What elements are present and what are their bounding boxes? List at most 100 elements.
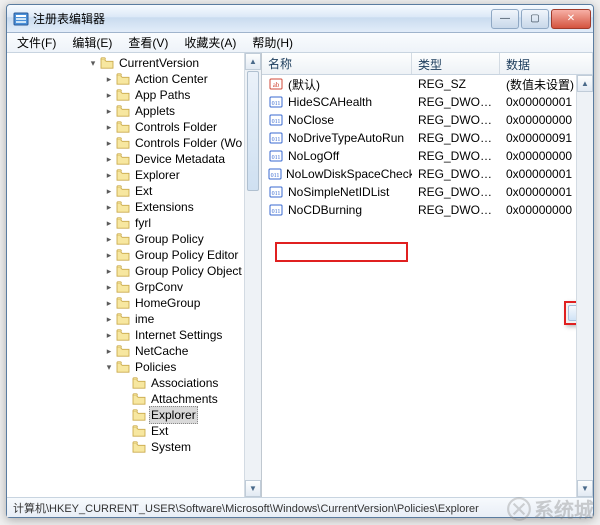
list-pane: 名称 类型 数据 ab(默认)REG_SZ(数值未设置)011HideSCAHe… xyxy=(262,53,593,497)
caret-closed-icon[interactable]: ▸ xyxy=(103,135,115,151)
tree-item[interactable]: Attachments xyxy=(7,391,261,407)
tree-item[interactable]: ▸NetCache xyxy=(7,343,261,359)
tree-item[interactable]: ▸Ext xyxy=(7,183,261,199)
list-row[interactable]: 011NoLowDiskSpaceChecksREG_DWORD0x000000… xyxy=(262,165,593,183)
tree-item[interactable]: Ext xyxy=(7,423,261,439)
value-name: NoLogOff xyxy=(288,149,339,163)
tree-item[interactable]: Associations xyxy=(7,375,261,391)
list-row[interactable]: 011NoCloseREG_DWORD0x00000000 (0 xyxy=(262,111,593,129)
caret-closed-icon[interactable]: ▸ xyxy=(103,87,115,103)
caret-closed-icon[interactable]: ▸ xyxy=(103,279,115,295)
caret-closed-icon[interactable]: ▸ xyxy=(103,119,115,135)
tree-item[interactable]: ▸ Applets xyxy=(7,103,261,119)
registry-tree[interactable]: ▾CurrentVersion▸Action Center▸App Paths▸… xyxy=(7,53,261,457)
menu-view[interactable]: 查看(V) xyxy=(122,32,174,53)
header-name[interactable]: 名称 xyxy=(262,53,412,74)
tree-item[interactable]: ▸ fyrl xyxy=(7,215,261,231)
value-type: REG_SZ xyxy=(412,77,500,91)
value-type: REG_DWORD xyxy=(412,95,500,109)
tree-item[interactable]: ▸HomeGroup xyxy=(7,295,261,311)
scroll-thumb[interactable] xyxy=(247,71,259,191)
value-name: (默认) xyxy=(288,76,320,93)
dword-value-icon: 011 xyxy=(268,185,284,199)
caret-closed-icon[interactable]: ▸ xyxy=(103,231,115,247)
folder-icon xyxy=(115,216,131,230)
tree-item[interactable]: ▸Extensions xyxy=(7,199,261,215)
caret-closed-icon[interactable]: ▸ xyxy=(103,247,115,263)
scroll-up-icon[interactable]: ▲ xyxy=(245,53,261,70)
app-icon xyxy=(13,11,29,27)
tree-item[interactable]: ▸Explorer xyxy=(7,167,261,183)
tree-item[interactable]: ▸Device Metadata xyxy=(7,151,261,167)
tree-item[interactable]: ▸Group Policy Editor xyxy=(7,247,261,263)
caret-open-icon[interactable]: ▾ xyxy=(103,359,115,375)
folder-icon xyxy=(115,328,131,342)
tree-item[interactable]: ▸ Group Policy xyxy=(7,231,261,247)
minimize-button[interactable]: — xyxy=(491,9,519,29)
tree-item-label: Applets xyxy=(133,103,177,119)
header-type[interactable]: 类型 xyxy=(412,53,500,74)
caret-closed-icon[interactable]: ▸ xyxy=(103,343,115,359)
menu-favorites[interactable]: 收藏夹(A) xyxy=(178,32,242,53)
tree-item[interactable]: ▸Internet Settings xyxy=(7,327,261,343)
value-name: NoCDBurning xyxy=(288,203,362,217)
value-name: HideSCAHealth xyxy=(288,95,372,109)
value-type: REG_DWORD xyxy=(412,185,500,199)
tree-item[interactable]: ▾CurrentVersion xyxy=(7,55,261,71)
list-row[interactable]: 011NoCDBurningREG_DWORD0x00000000 (0 xyxy=(262,201,593,219)
tree-item[interactable]: ▸Action Center xyxy=(7,71,261,87)
menu-file[interactable]: 文件(F) xyxy=(11,32,62,53)
scroll-up-icon[interactable]: ▲ xyxy=(577,75,593,92)
caret-closed-icon[interactable]: ▸ xyxy=(103,167,115,183)
folder-icon xyxy=(131,392,147,406)
caret-closed-icon[interactable]: ▸ xyxy=(103,311,115,327)
header-data[interactable]: 数据 xyxy=(500,53,593,74)
value-type: REG_DWORD xyxy=(412,203,500,217)
tree-item[interactable]: ▸GrpConv xyxy=(7,279,261,295)
caret-closed-icon[interactable]: ▸ xyxy=(103,215,115,231)
menu-help[interactable]: 帮助(H) xyxy=(246,32,299,53)
folder-icon xyxy=(115,104,131,118)
caret-closed-icon[interactable]: ▸ xyxy=(103,183,115,199)
tree-scrollbar[interactable]: ▲ ▼ xyxy=(244,53,261,497)
tree-item[interactable]: ▸Controls Folder xyxy=(7,119,261,135)
tree-item[interactable]: System xyxy=(7,439,261,455)
svg-text:011: 011 xyxy=(272,119,281,125)
tree-item-label: Group Policy xyxy=(133,231,206,247)
titlebar[interactable]: 注册表编辑器 — ▢ ✕ xyxy=(7,5,593,33)
tree-item-label: App Paths xyxy=(133,87,192,103)
svg-text:011: 011 xyxy=(272,101,281,107)
highlight-new-value xyxy=(275,242,408,262)
list-row[interactable]: ab(默认)REG_SZ(数值未设置) xyxy=(262,75,593,93)
list-scrollbar[interactable]: ▲ ▼ xyxy=(576,75,593,497)
tree-item[interactable]: Explorer xyxy=(7,407,261,423)
list-body[interactable]: ab(默认)REG_SZ(数值未设置)011HideSCAHealthREG_D… xyxy=(262,75,593,219)
close-button[interactable]: ✕ xyxy=(551,9,591,29)
tree-item[interactable]: ▸ App Paths xyxy=(7,87,261,103)
scroll-down-icon[interactable]: ▼ xyxy=(245,480,261,497)
list-row[interactable]: 011HideSCAHealthREG_DWORD0x00000001 (1 xyxy=(262,93,593,111)
list-row[interactable]: 011NoSimpleNetIDListREG_DWORD0x00000001 … xyxy=(262,183,593,201)
tree-item[interactable]: ▸Group Policy Object xyxy=(7,263,261,279)
folder-icon xyxy=(131,424,147,438)
caret-closed-icon[interactable]: ▸ xyxy=(103,295,115,311)
maximize-button[interactable]: ▢ xyxy=(521,9,549,29)
tree-item[interactable]: ▸Controls Folder (Wo xyxy=(7,135,261,151)
tree-item[interactable]: ▾Policies xyxy=(7,359,261,375)
tree-item[interactable]: ▸ime xyxy=(7,311,261,327)
caret-closed-icon[interactable]: ▸ xyxy=(103,327,115,343)
caret-closed-icon[interactable]: ▸ xyxy=(103,151,115,167)
dword-value-icon: 011 xyxy=(268,203,284,217)
caret-open-icon[interactable]: ▾ xyxy=(87,55,99,71)
value-name: NoLowDiskSpaceChecks xyxy=(286,167,412,181)
list-row[interactable]: 011NoLogOffREG_DWORD0x00000000 (0 xyxy=(262,147,593,165)
caret-closed-icon[interactable]: ▸ xyxy=(103,199,115,215)
scroll-down-icon[interactable]: ▼ xyxy=(577,480,593,497)
tree-item-label: fyrl xyxy=(133,215,153,231)
tree-item-label: Ext xyxy=(149,423,170,439)
caret-closed-icon[interactable]: ▸ xyxy=(103,103,115,119)
list-row[interactable]: 011NoDriveTypeAutoRunREG_DWORD0x00000091… xyxy=(262,129,593,147)
menu-edit[interactable]: 编辑(E) xyxy=(66,32,118,53)
caret-closed-icon[interactable]: ▸ xyxy=(103,263,115,279)
caret-closed-icon[interactable]: ▸ xyxy=(103,71,115,87)
